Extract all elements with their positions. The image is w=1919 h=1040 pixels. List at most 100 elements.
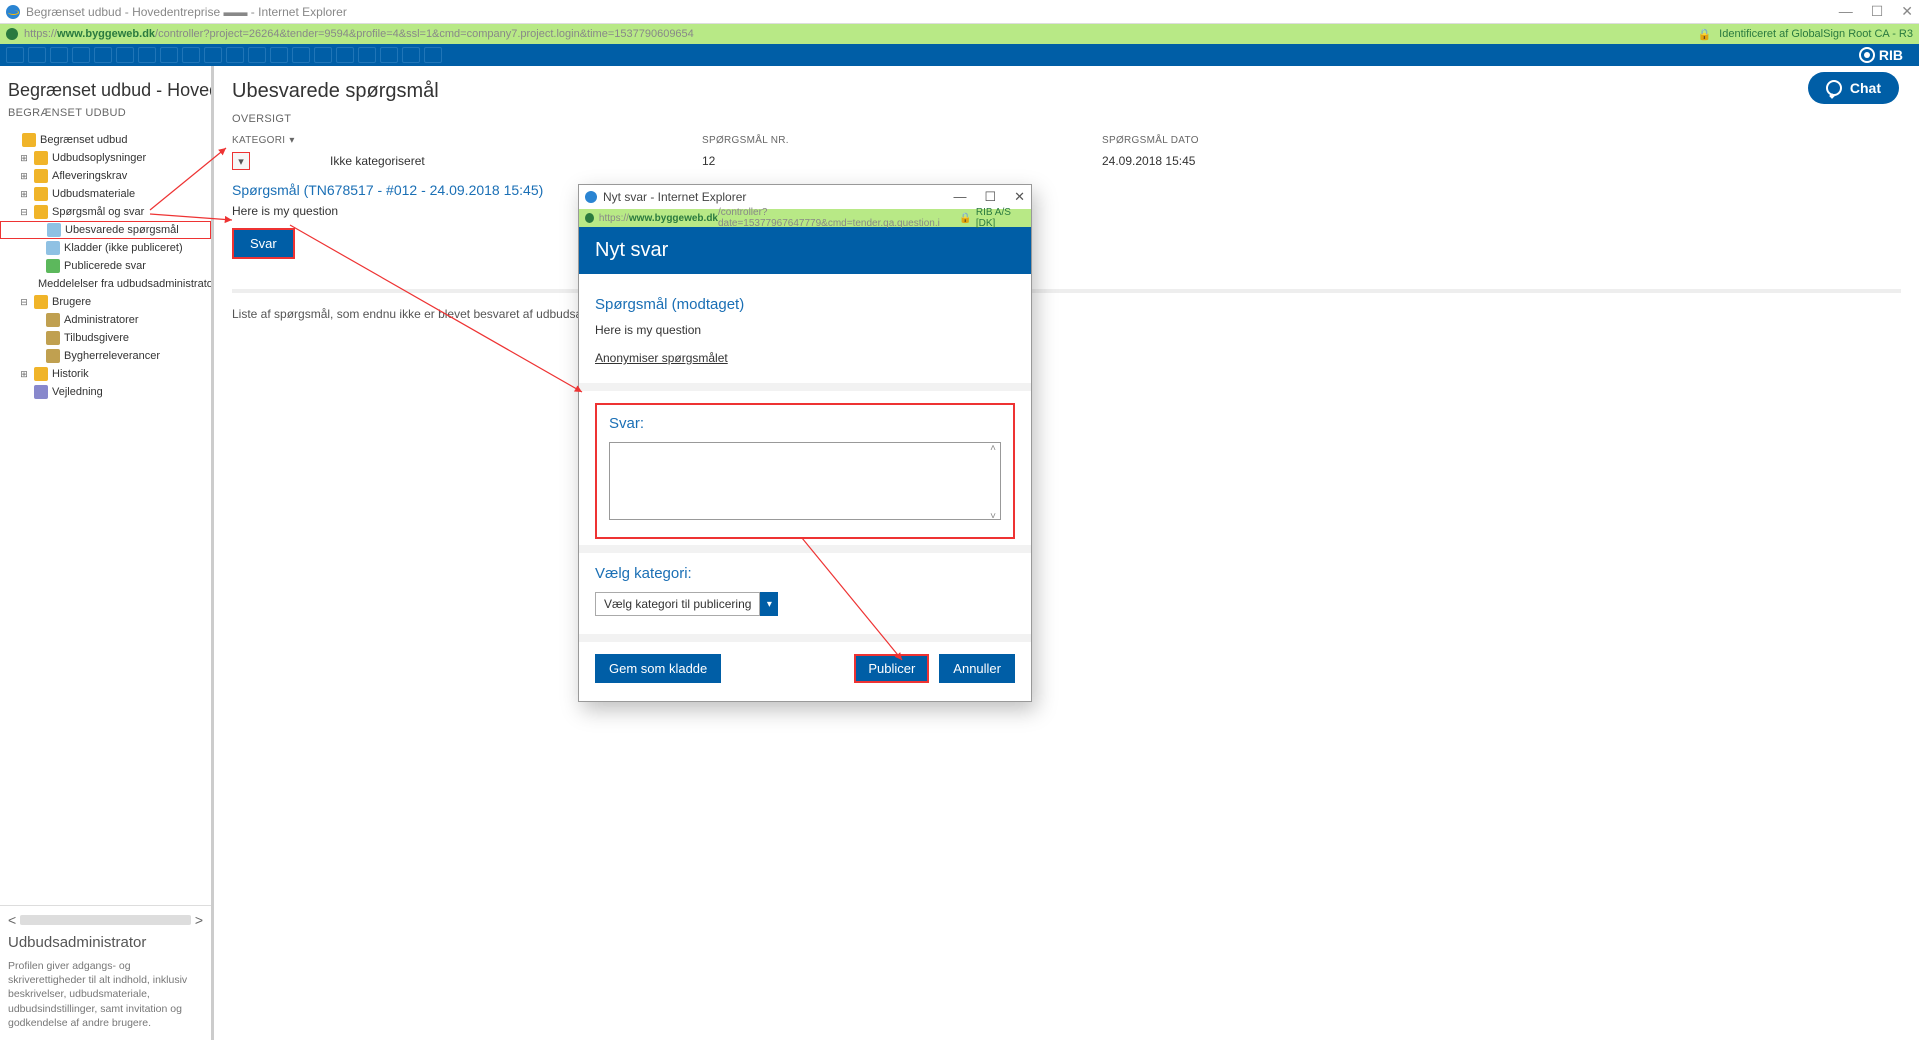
scroll-right-icon[interactable]: > <box>195 912 203 928</box>
scroll-up-icon[interactable]: ˄ <box>990 443 996 454</box>
gem-kladde-button[interactable]: Gem som kladde <box>595 654 721 683</box>
folder-icon <box>34 367 48 381</box>
page-icon <box>47 223 61 237</box>
minimize-button[interactable]: — <box>1839 3 1853 20</box>
toolbar-button[interactable] <box>6 47 24 63</box>
popup-url-domain: www.byggeweb.dk <box>629 213 718 224</box>
sidebar-title: Begrænset udbud - Hovedentreprise <box>0 66 211 107</box>
tree-item-admin[interactable]: Administratorer <box>0 311 211 329</box>
toolbar-button[interactable] <box>402 47 420 63</box>
popup-divider <box>579 383 1031 391</box>
anonymise-link[interactable]: Anonymiser spørgsmålet <box>595 351 728 365</box>
popup-close-button[interactable]: ✕ <box>1014 189 1025 205</box>
popup-maximize-button[interactable]: ☐ <box>984 189 996 205</box>
toolbar-button[interactable] <box>50 47 68 63</box>
scroll-down-icon[interactable]: ˅ <box>990 511 996 522</box>
popup-minimize-button[interactable]: — <box>953 189 966 205</box>
sidebar-scroll[interactable]: < > <box>8 912 203 928</box>
cell-dato: 24.09.2018 15:45 <box>1102 154 1195 168</box>
toolbar-button[interactable] <box>314 47 332 63</box>
col-dato[interactable]: SPØRGSMÅL DATO <box>1102 135 1901 146</box>
toolbar-button[interactable] <box>28 47 46 63</box>
folder-icon <box>34 187 48 201</box>
tree-item-ubesvarede[interactable]: Ubesvarede spørgsmål <box>0 221 211 239</box>
tree-root[interactable]: Begrænset udbud <box>0 131 211 149</box>
url-domain: www.byggeweb.dk <box>57 28 155 40</box>
address-bar[interactable]: https:// www.byggeweb.dk /controller?pro… <box>0 24 1919 44</box>
tree-item-sporg[interactable]: ⊟Spørgsmål og svar <box>0 203 211 221</box>
col-nr[interactable]: SPØRGSMÅL NR. <box>702 135 1102 146</box>
tree-item-historik[interactable]: ⊞Historik <box>0 365 211 383</box>
window-controls: — ☐ ✕ <box>1839 3 1913 20</box>
tree-item-brugere[interactable]: ⊟Brugere <box>0 293 211 311</box>
textarea-scroll[interactable]: ˄˅ <box>986 443 1000 522</box>
globe-icon <box>6 28 18 40</box>
toolbar-button[interactable] <box>182 47 200 63</box>
chevron-down-icon[interactable]: ▾ <box>760 592 778 616</box>
toolbar-button[interactable] <box>226 47 244 63</box>
tree-item-udbudsmateriale[interactable]: ⊞Udbudsmateriale <box>0 185 211 203</box>
tree-label: Ubesvarede spørgsmål <box>65 224 179 236</box>
toolbar-button[interactable] <box>380 47 398 63</box>
lock-icon: 🔒 <box>959 213 971 224</box>
cell-nr: 12 <box>702 154 1102 168</box>
toolbar-button[interactable] <box>270 47 288 63</box>
tree-label: Udbudsmateriale <box>52 188 135 200</box>
svar-button[interactable]: Svar <box>232 228 295 259</box>
folder-icon <box>34 151 48 165</box>
tree-label: Afleveringskrav <box>52 170 127 182</box>
toolbar-button[interactable] <box>72 47 90 63</box>
ie-icon <box>585 191 597 203</box>
toolbar-button[interactable] <box>138 47 156 63</box>
sidebar-tree: Begrænset udbud ⊞Udbudsoplysninger ⊞Afle… <box>0 127 211 905</box>
popup-title: Nyt svar - Internet Explorer <box>603 190 746 204</box>
user-icon <box>46 349 60 363</box>
toolbar-button[interactable] <box>116 47 134 63</box>
tree-item-bygherre[interactable]: Bygherreleverancer <box>0 347 211 365</box>
toolbar-button[interactable] <box>358 47 376 63</box>
book-icon <box>34 385 48 399</box>
question-text: Here is my question <box>232 204 1901 218</box>
toolbar-button[interactable] <box>160 47 178 63</box>
scroll-left-icon[interactable]: < <box>8 912 16 928</box>
toolbar-button[interactable] <box>292 47 310 63</box>
tree-item-kladder[interactable]: Kladder (ikke publiceret) <box>0 239 211 257</box>
maximize-button[interactable]: ☐ <box>1871 3 1884 20</box>
expand-row-button[interactable]: ▾ <box>232 152 250 170</box>
toolbar-button[interactable] <box>336 47 354 63</box>
chat-button[interactable]: Chat <box>1808 72 1899 104</box>
globe-icon <box>585 213 594 223</box>
col-kategori[interactable]: KATEGORI ▾ <box>232 135 702 146</box>
cell-kategori: Ikke kategoriseret <box>330 154 702 168</box>
url-prefix: https:// <box>24 28 57 40</box>
tree-label: Tilbudsgivere <box>64 332 129 344</box>
popup-ssl-identity: RIB A/S [DK] <box>976 207 1025 229</box>
toolbar-button[interactable] <box>248 47 266 63</box>
tree-item-vejledning[interactable]: Vejledning <box>0 383 211 401</box>
tree-item-publicerede[interactable]: Publicerede svar <box>0 257 211 275</box>
content-area: Chat Ubesvarede spørgsmål OVERSIGT KATEG… <box>214 66 1919 1040</box>
tree-item-afleveringskrav[interactable]: ⊞Afleveringskrav <box>0 167 211 185</box>
close-button[interactable]: ✕ <box>1901 3 1913 20</box>
toolbar-button[interactable] <box>94 47 112 63</box>
tree-item-meddelelser[interactable]: Meddelelser fra udbudsadministrator <box>0 275 211 293</box>
rib-icon <box>1859 47 1875 63</box>
kategori-select[interactable]: Vælg kategori til publicering ▾ <box>595 592 1015 616</box>
tree-item-tilbud[interactable]: Tilbudsgivere <box>0 329 211 347</box>
tree-label: Vejledning <box>52 386 103 398</box>
tree-item-udbudsoplysninger[interactable]: ⊞Udbudsoplysninger <box>0 149 211 167</box>
popup-address-bar[interactable]: https:// www.byggeweb.dk /controller?dat… <box>579 209 1031 227</box>
scroll-track[interactable] <box>20 915 191 925</box>
popup-header: Nyt svar <box>579 227 1031 274</box>
annuller-button[interactable]: Annuller <box>939 654 1015 683</box>
ie-icon <box>6 5 20 19</box>
lock-icon: 🔒 <box>1697 28 1711 41</box>
popup-question-text: Here is my question <box>595 323 1015 337</box>
toolbar-button[interactable] <box>204 47 222 63</box>
svar-textarea[interactable] <box>609 442 1001 520</box>
sidebar: Begrænset udbud - Hovedentreprise BEGRÆN… <box>0 66 214 1040</box>
folder-icon <box>34 205 48 219</box>
publicer-button[interactable]: Publicer <box>854 654 929 683</box>
toolbar-button[interactable] <box>424 47 442 63</box>
table-row[interactable]: ▾ Ikke kategoriseret 12 24.09.2018 15:45 <box>232 150 1901 178</box>
